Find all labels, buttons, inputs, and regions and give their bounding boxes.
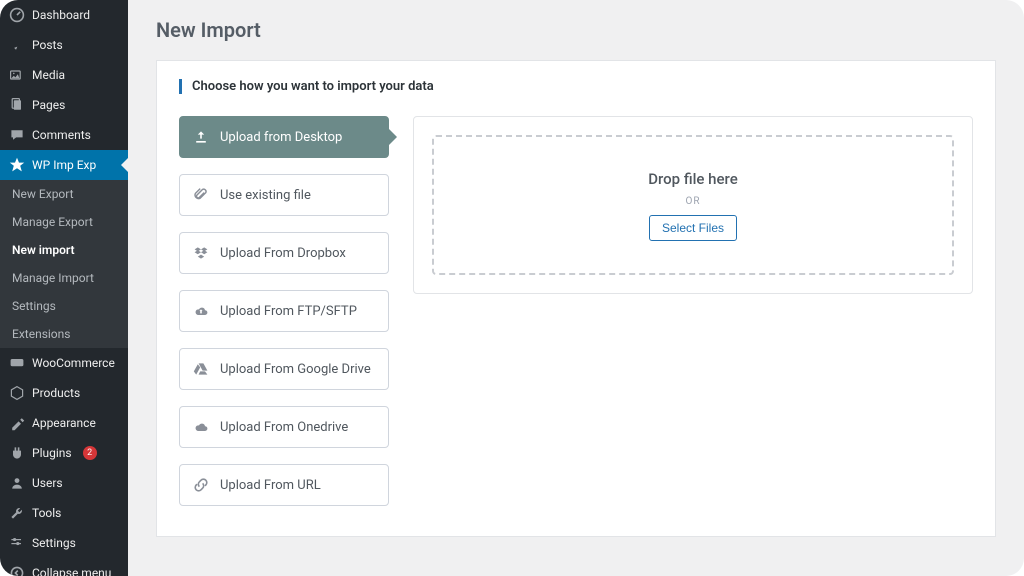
sidebar-label: Appearance xyxy=(32,416,96,430)
method-label: Upload From Dropbox xyxy=(220,246,346,261)
sidebar-item-tools[interactable]: Tools xyxy=(0,498,128,528)
method-label: Upload From Onedrive xyxy=(220,420,348,435)
method-google-drive[interactable]: Upload From Google Drive xyxy=(179,348,389,390)
sidebar-item-settings[interactable]: Settings xyxy=(0,528,128,558)
sidebar-label: Collapse menu xyxy=(32,566,111,576)
page-title: New Import xyxy=(156,18,996,42)
method-onedrive[interactable]: Upload From Onedrive xyxy=(179,406,389,448)
sidebar-item-media[interactable]: Media xyxy=(0,60,128,90)
sidebar-label: Plugins xyxy=(32,446,72,460)
woocommerce-icon xyxy=(9,355,25,371)
sidebar-item-products[interactable]: Products xyxy=(0,378,128,408)
sidebar-collapse[interactable]: Collapse menu xyxy=(0,558,128,576)
comments-icon xyxy=(9,127,25,143)
main-content: New Import Choose how you want to import… xyxy=(128,0,1024,576)
sidebar-label: Pages xyxy=(32,98,65,112)
import-panel: Choose how you want to import your data … xyxy=(156,60,996,537)
method-label: Upload From Google Drive xyxy=(220,362,371,377)
sidebar-sub-new-export[interactable]: New Export xyxy=(0,180,128,208)
sidebar-label: Dashboard xyxy=(32,8,90,22)
section-heading: Choose how you want to import your data xyxy=(179,79,973,94)
cloud-icon xyxy=(192,419,210,435)
sidebar-sub-extensions[interactable]: Extensions xyxy=(0,320,128,348)
sidebar-item-posts[interactable]: Posts xyxy=(0,30,128,60)
dropzone-container: Drop file here OR Select Files xyxy=(413,116,973,294)
method-existing-file[interactable]: Use existing file xyxy=(179,174,389,216)
plugins-badge: 2 xyxy=(83,446,97,460)
method-label: Upload from Desktop xyxy=(220,130,342,145)
plugins-icon xyxy=(9,445,25,461)
method-label: Upload From URL xyxy=(220,478,321,493)
sidebar-label: Users xyxy=(32,476,63,490)
select-files-button[interactable]: Select Files xyxy=(649,215,737,241)
upload-icon xyxy=(192,129,210,145)
sidebar-item-pages[interactable]: Pages xyxy=(0,90,128,120)
star-icon xyxy=(9,157,25,173)
settings-icon xyxy=(9,535,25,551)
dashboard-icon xyxy=(9,7,25,23)
dropzone-title: Drop file here xyxy=(648,170,738,188)
attachment-icon xyxy=(192,187,210,203)
collapse-icon xyxy=(9,565,25,576)
sidebar-item-plugins[interactable]: Plugins 2 xyxy=(0,438,128,468)
method-upload-desktop[interactable]: Upload from Desktop xyxy=(179,116,389,158)
sidebar-label: Products xyxy=(32,386,80,400)
method-label: Upload From FTP/SFTP xyxy=(220,304,357,319)
dropzone-or: OR xyxy=(685,196,700,207)
sidebar-label: WP Imp Exp xyxy=(32,158,96,172)
sidebar-label: Tools xyxy=(32,506,61,520)
dropbox-icon xyxy=(192,245,210,261)
pin-icon xyxy=(9,37,25,53)
admin-sidebar: Dashboard Posts Media Pages Comments WP … xyxy=(0,0,128,576)
sidebar-item-appearance[interactable]: Appearance xyxy=(0,408,128,438)
sidebar-sub-settings[interactable]: Settings xyxy=(0,292,128,320)
sidebar-label: Posts xyxy=(32,38,63,52)
sidebar-item-users[interactable]: Users xyxy=(0,468,128,498)
pages-icon xyxy=(9,97,25,113)
sidebar-item-wpimpexp[interactable]: WP Imp Exp xyxy=(0,150,128,180)
sidebar-label: WooCommerce xyxy=(32,356,115,370)
file-dropzone[interactable]: Drop file here OR Select Files xyxy=(432,135,954,275)
sidebar-item-woocommerce[interactable]: WooCommerce xyxy=(0,348,128,378)
cloud-upload-icon xyxy=(192,303,210,319)
google-drive-icon xyxy=(192,361,210,377)
method-label: Use existing file xyxy=(220,188,311,203)
sidebar-item-comments[interactable]: Comments xyxy=(0,120,128,150)
sidebar-label: Media xyxy=(32,68,65,82)
method-ftp[interactable]: Upload From FTP/SFTP xyxy=(179,290,389,332)
sidebar-sub-manage-export[interactable]: Manage Export xyxy=(0,208,128,236)
products-icon xyxy=(9,385,25,401)
sidebar-label: Comments xyxy=(32,128,91,142)
sidebar-item-dashboard[interactable]: Dashboard xyxy=(0,0,128,30)
method-url[interactable]: Upload From URL xyxy=(179,464,389,506)
import-method-list: Upload from Desktop Use existing file Up… xyxy=(179,116,389,506)
appearance-icon xyxy=(9,415,25,431)
sidebar-sub-new-import[interactable]: New import xyxy=(0,236,128,264)
users-icon xyxy=(9,475,25,491)
sidebar-label: Settings xyxy=(32,536,76,550)
media-icon xyxy=(9,67,25,83)
method-dropbox[interactable]: Upload From Dropbox xyxy=(179,232,389,274)
tools-icon xyxy=(9,505,25,521)
sidebar-sub-manage-import[interactable]: Manage Import xyxy=(0,264,128,292)
link-icon xyxy=(192,477,210,493)
